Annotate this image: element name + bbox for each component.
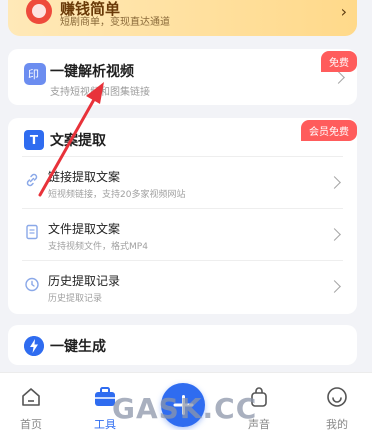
generate-card[interactable]: 一键生成	[8, 325, 357, 365]
list-item-file-extract[interactable]: 文件提取文案 支持视频文件，格式MP4	[22, 208, 343, 260]
list-item-subtitle: 历史提取记录	[48, 294, 103, 304]
lightning-icon	[24, 336, 44, 356]
list-item-title: 文件提取文案	[48, 222, 121, 236]
promo-subtitle: 短剧商单，变现直达通道	[60, 17, 170, 28]
text-extract-icon: T	[24, 130, 44, 150]
tab-label: 首页	[20, 418, 42, 430]
link-icon	[26, 173, 38, 187]
file-icon	[26, 224, 38, 240]
tab-home[interactable]: 首页	[0, 373, 62, 430]
list-item-title: 历史提取记录	[48, 274, 121, 288]
app-screen: 赚钱简单 短剧商单，变现直达通道 › 一键解析视频 支持短视频和图集链接 免费 …	[0, 0, 372, 430]
list-item-title: 链接提取文案	[48, 170, 121, 184]
chevron-right-icon	[328, 176, 341, 189]
free-badge: 免费	[321, 51, 357, 72]
chevron-right-icon	[328, 280, 341, 293]
text-extract-card: T 文案提取 会员免费 链接提取文案 短视频链接，支持20多家视频网站 文件提取…	[8, 118, 357, 314]
smile-icon	[327, 387, 347, 407]
home-icon	[22, 388, 40, 406]
tab-label: 我的	[326, 418, 348, 430]
list-item-subtitle: 短视频链接，支持20多家视频网站	[48, 190, 186, 200]
list-item-history[interactable]: 历史提取记录 历史提取记录	[22, 260, 343, 312]
parse-icon	[24, 63, 46, 85]
parse-video-subtitle: 支持短视频和图集链接	[50, 87, 150, 98]
text-extract-title: 文案提取	[50, 133, 106, 149]
generate-title: 一键生成	[50, 339, 106, 355]
parse-video-card[interactable]: 一键解析视频 支持短视频和图集链接 免费	[8, 49, 357, 105]
promo-icon	[26, 0, 52, 24]
chevron-right-icon	[332, 71, 345, 84]
chevron-right-icon: ›	[340, 2, 347, 21]
chevron-right-icon	[328, 228, 341, 241]
list-item-link-extract[interactable]: 链接提取文案 短视频链接，支持20多家视频网站	[22, 156, 343, 208]
member-free-badge: 会员免费	[301, 120, 357, 141]
parse-video-title: 一键解析视频	[50, 64, 134, 80]
list-item-subtitle: 支持视频文件，格式MP4	[48, 242, 148, 252]
watermark: GASK.CC	[112, 392, 258, 425]
tab-profile[interactable]: 我的	[306, 373, 368, 430]
clock-icon	[25, 277, 39, 292]
promo-banner[interactable]: 赚钱简单 短剧商单，变现直达通道 ›	[8, 0, 357, 36]
